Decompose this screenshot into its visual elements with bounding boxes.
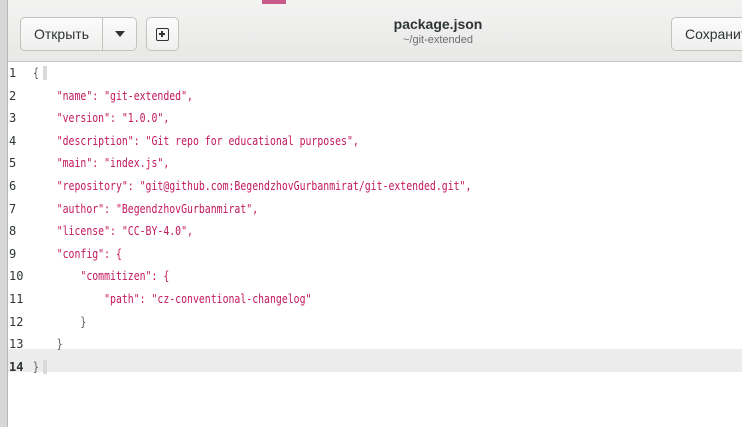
code-line[interactable]: 14} [8, 356, 742, 379]
line-number: 13 [9, 337, 24, 352]
open-menu-button[interactable] [102, 17, 137, 51]
code-line-text: "license": "CC-BY-4.0", [33, 224, 193, 239]
line-number: 4 [9, 133, 17, 148]
code-line[interactable]: 12 } [8, 311, 742, 334]
new-document-button[interactable] [146, 17, 179, 51]
code-line-text: "description": "Git repo for educational… [33, 133, 359, 148]
code-line-text: "main": "index.js", [33, 156, 170, 171]
code-editor[interactable]: 1{2 "name": "git-extended", 3 "version": … [8, 62, 742, 427]
code-line[interactable]: 7 "author": "BegendzhovGurbanmirat", [8, 198, 742, 221]
code-line-text: } [33, 337, 63, 352]
code-line[interactable]: 9 "config": { [8, 243, 742, 266]
code-line-text: "repository": "git@github.com:Begendzhov… [33, 178, 472, 193]
line-number: 14 [9, 359, 24, 374]
code-line-text: } [33, 359, 39, 374]
code-line-text: "path": "cz-conventional-changelog" [33, 291, 312, 306]
code-line[interactable]: 3 "version": "1.0.0", [8, 107, 742, 130]
code-line-text: } [33, 314, 87, 329]
new-document-icon [156, 27, 169, 41]
window-title-block: package.json ~/git-extended [308, 15, 568, 47]
line-number: 8 [9, 224, 17, 239]
code-line-text: "version": "1.0.0", [33, 111, 170, 126]
line-number: 9 [9, 246, 17, 261]
text-cursor [43, 359, 47, 374]
text-editor-window: Открыть package.json ~/git-extended Сохр… [0, 0, 742, 427]
line-number: 6 [9, 178, 17, 193]
line-number: 5 [9, 156, 17, 171]
code-line-text: { [33, 66, 39, 80]
code-line-text: "author": "BegendzhovGurbanmirat", [33, 201, 259, 216]
top-accent-mark [262, 0, 286, 4]
open-button-label: Открыть [34, 26, 89, 42]
open-button[interactable]: Открыть [20, 17, 103, 51]
line-number: 10 [9, 269, 24, 284]
code-line-text: "name": "git-extended", [33, 88, 193, 103]
page-title: package.json [393, 16, 483, 32]
code-line[interactable]: 8 "license": "CC-BY-4.0", [8, 220, 742, 243]
header-bar: Открыть package.json ~/git-extended Сохр… [8, 0, 742, 62]
line-number: 12 [9, 314, 24, 329]
code-line-text: "config": { [33, 246, 122, 261]
code-line[interactable]: 5 "main": "index.js", [8, 152, 742, 175]
code-line-text: "commitizen": { [33, 269, 170, 284]
save-button[interactable]: Сохранить [671, 17, 742, 51]
save-button-label: Сохранить [685, 26, 742, 42]
code-line[interactable]: 10 "commitizen": { [8, 265, 742, 288]
line-number: 1 [9, 66, 17, 80]
file-path-subtitle: ~/git-extended [402, 34, 474, 46]
line-number: 11 [9, 291, 24, 306]
chevron-down-icon [114, 31, 125, 37]
code-line[interactable]: 13 } [8, 333, 742, 356]
code-line[interactable]: 2 "name": "git-extended", [8, 85, 742, 108]
code-line[interactable]: 4 "description": "Git repo for education… [8, 130, 742, 153]
line-number: 2 [9, 88, 17, 103]
line-number: 3 [9, 111, 17, 126]
code-line[interactable]: 6 "repository": "git@github.com:Begendzh… [8, 175, 742, 198]
line-number: 7 [9, 201, 17, 216]
code-line[interactable]: 11 "path": "cz-conventional-changelog" [8, 288, 742, 311]
bracket-match-marker [43, 66, 47, 80]
code-lines[interactable]: 1{2 "name": "git-extended", 3 "version": … [8, 62, 742, 378]
code-line[interactable]: 1{ [8, 62, 742, 85]
